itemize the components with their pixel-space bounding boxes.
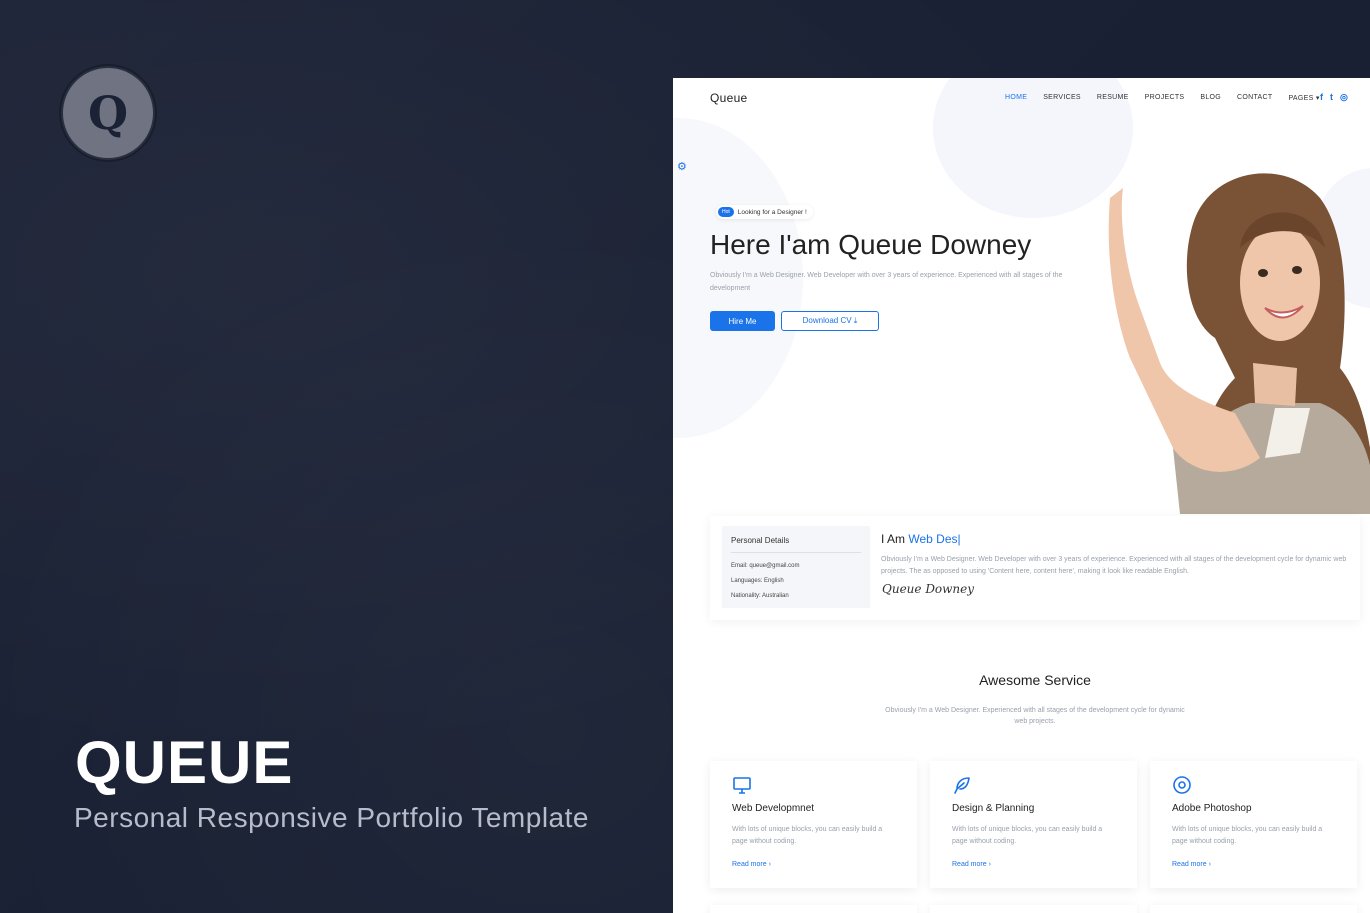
- detail-languages: Languages: English: [731, 578, 784, 584]
- read-more-link[interactable]: Read more ›: [732, 861, 771, 868]
- hero-title: Here I'am Queue Downey: [710, 229, 1032, 260]
- service-card-partial: [710, 905, 917, 913]
- brand-logo-badge: Q: [61, 66, 155, 160]
- feather-icon: [954, 777, 970, 794]
- services-title: Awesome Service: [979, 672, 1091, 688]
- about-description: Obviously I'm a Web Designer. Web Develo…: [881, 556, 1347, 575]
- divider: [731, 552, 861, 553]
- nav-services[interactable]: SERVICES: [1043, 94, 1081, 102]
- read-more-link[interactable]: Read more ›: [1172, 861, 1211, 868]
- main-nav: HOME SERVICES RESUME PROJECTS BLOG CONTA…: [1005, 94, 1336, 102]
- nav-resume[interactable]: RESUME: [1097, 94, 1129, 102]
- brand-title: QUEUE: [75, 729, 294, 796]
- detail-email: Email: queue@gmail.com: [731, 563, 800, 569]
- service-card-adobe-photoshop[interactable]: Adobe Photoshop With lots of unique bloc…: [1150, 761, 1357, 888]
- nav-projects[interactable]: PROJECTS: [1145, 94, 1185, 102]
- instagram-icon[interactable]: ◎: [1340, 92, 1348, 103]
- social-links: f t ◎: [1320, 92, 1348, 103]
- services-description: Obviously I'm a Web Designer. Experience…: [885, 707, 1185, 725]
- read-more-link[interactable]: Read more ›: [952, 861, 991, 868]
- site-logo[interactable]: Queue: [710, 91, 748, 105]
- monitor-icon: [733, 777, 751, 794]
- service-card-title: Adobe Photoshop: [1172, 803, 1252, 814]
- brand-subtitle: Personal Responsive Portfolio Template: [74, 802, 589, 833]
- hero-description: Obviously I'm a Web Designer. Web Develo…: [710, 272, 1063, 292]
- hot-tag: Hot: [718, 207, 734, 217]
- service-card-desc: With lots of unique blocks, you can easi…: [952, 826, 1103, 845]
- service-card-title: Design & Planning: [952, 803, 1035, 814]
- nav-contact[interactable]: CONTACT: [1237, 94, 1272, 102]
- hire-me-button[interactable]: Hire Me: [710, 311, 775, 331]
- service-card-title: Web Developmnet: [732, 803, 815, 814]
- site-preview: Queue HOME SERVICES RESUME PROJECTS BLOG…: [673, 78, 1370, 913]
- about-heading-role: Web Des|: [908, 532, 961, 546]
- service-card-partial: [1150, 905, 1357, 913]
- hero-badge: Hot Looking for a Designer !: [716, 205, 813, 219]
- service-card-web-development[interactable]: Web Developmnet With lots of unique bloc…: [710, 761, 917, 888]
- personal-details-box: Personal Details Email: queue@gmail.com …: [722, 526, 870, 608]
- nav-home[interactable]: HOME: [1005, 94, 1027, 102]
- about-heading-prefix: I Am: [881, 532, 906, 546]
- settings-gear-icon[interactable]: ⚙: [677, 160, 687, 173]
- download-cv-button[interactable]: Download CV ⤓: [781, 311, 879, 331]
- service-card-partial: [930, 905, 1137, 913]
- service-card-desc: With lots of unique blocks, you can easi…: [1172, 826, 1323, 845]
- about-heading: I Am Web Des|: [881, 532, 961, 546]
- target-icon: [1173, 776, 1191, 794]
- hero-portrait-image: [1108, 173, 1370, 514]
- facebook-icon[interactable]: f: [1320, 92, 1323, 103]
- personal-details-title: Personal Details: [731, 536, 790, 545]
- nav-blog[interactable]: BLOG: [1200, 94, 1221, 102]
- brand-logo-letter: Q: [87, 86, 129, 140]
- service-card-desc: With lots of unique blocks, you can easi…: [732, 826, 883, 845]
- about-card: Personal Details Email: queue@gmail.com …: [710, 516, 1360, 620]
- hero-badge-text: Looking for a Designer !: [737, 208, 807, 216]
- detail-nationality: Nationality: Australian: [731, 593, 789, 599]
- nav-pages[interactable]: PAGES ▾: [1288, 94, 1319, 102]
- service-card-design-planning[interactable]: Design & Planning With lots of unique bl…: [930, 761, 1137, 888]
- signature: Queue Downey: [882, 582, 975, 596]
- twitter-icon[interactable]: t: [1330, 92, 1333, 103]
